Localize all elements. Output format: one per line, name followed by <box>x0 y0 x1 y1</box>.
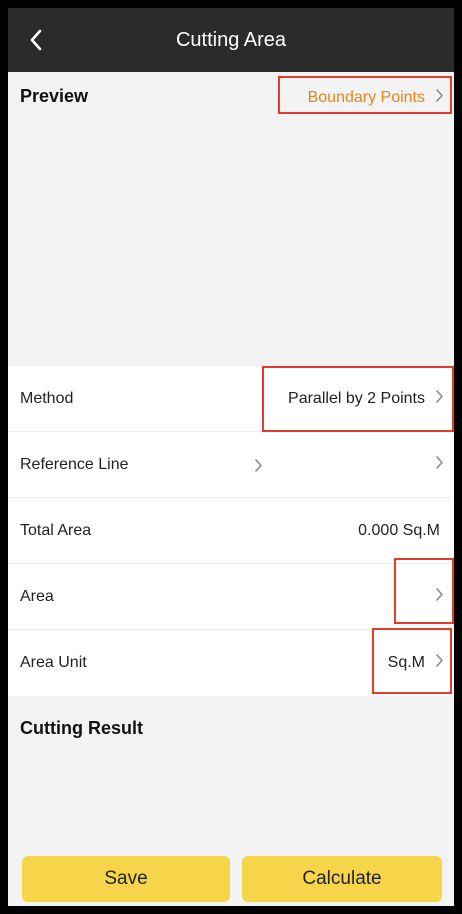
total-area-value: 0.000 Sq.M <box>358 522 440 539</box>
chevron-right-icon <box>435 653 444 673</box>
preview-canvas <box>8 122 454 366</box>
save-button[interactable]: Save <box>22 856 230 902</box>
boundary-points-link[interactable]: Boundary Points <box>308 84 444 112</box>
cutting-result-title: Cutting Result <box>20 718 143 738</box>
area-value-group <box>425 564 444 630</box>
area-unit-row[interactable]: Area Unit Sq.M <box>8 630 454 696</box>
reference-line-label: Reference Line <box>20 455 129 473</box>
screen: Cutting Area Preview Boundary Points Met… <box>8 8 454 906</box>
cutting-result-area <box>8 766 454 850</box>
chevron-right-icon <box>435 88 444 108</box>
settings-list: Method Parallel by 2 Points Reference Li… <box>8 366 454 696</box>
method-value: Parallel by 2 Points <box>288 390 425 407</box>
reference-line-value-group <box>425 432 444 498</box>
boundary-points-label: Boundary Points <box>307 89 425 106</box>
area-unit-label: Area Unit <box>20 654 87 671</box>
preview-header: Preview Boundary Points <box>8 72 454 122</box>
method-value-group: Parallel by 2 Points <box>288 366 444 432</box>
chevron-right-icon <box>435 455 444 475</box>
method-label: Method <box>20 389 74 407</box>
app-header: Cutting Area <box>8 8 454 72</box>
chevron-right-icon[interactable] <box>254 432 263 498</box>
chevron-right-icon <box>435 389 444 409</box>
area-row[interactable]: Area <box>8 564 454 630</box>
calculate-button[interactable]: Calculate <box>242 856 442 902</box>
reference-line-row[interactable]: Reference Line <box>8 432 454 498</box>
total-area-value-group: 0.000 Sq.M <box>358 498 440 564</box>
total-area-label: Total Area <box>20 521 92 539</box>
preview-title: Preview <box>20 86 89 106</box>
chevron-right-icon <box>435 587 444 607</box>
method-row[interactable]: Method Parallel by 2 Points <box>8 366 454 432</box>
area-label: Area <box>20 587 54 605</box>
page-title: Cutting Area <box>175 29 287 51</box>
area-unit-value: Sq.M <box>387 654 425 671</box>
area-unit-value-group: Sq.M <box>388 630 444 696</box>
cutting-result-header: Cutting Result <box>8 696 454 766</box>
total-area-row: Total Area 0.000 Sq.M <box>8 498 454 564</box>
